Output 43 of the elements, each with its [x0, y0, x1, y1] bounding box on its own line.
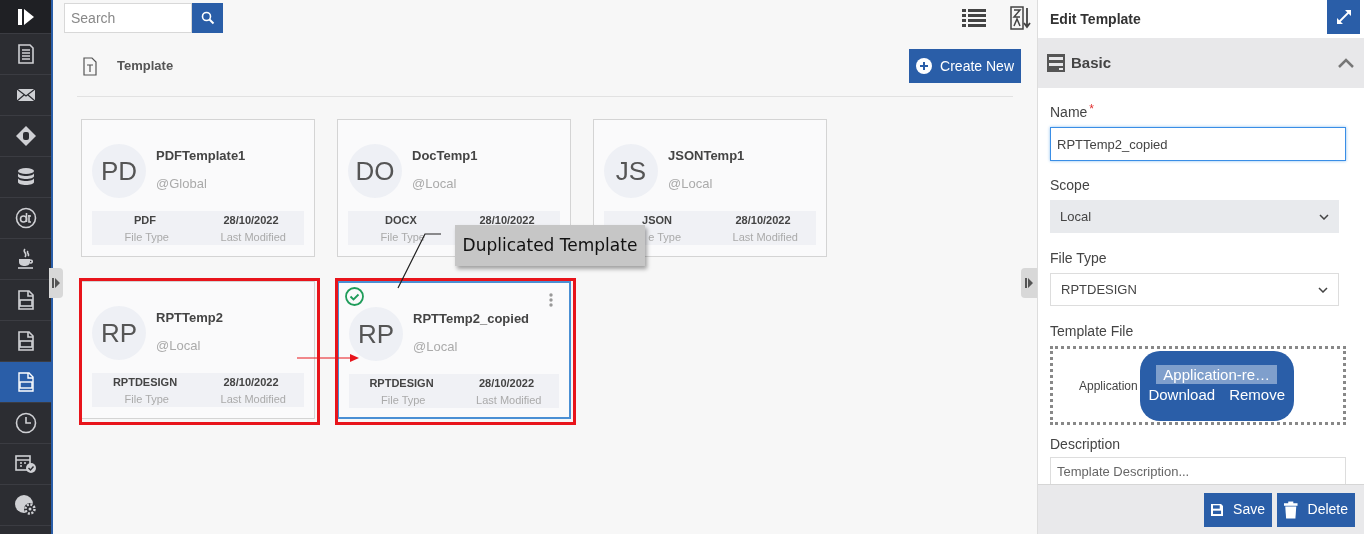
file-chip: Application-re…	[1156, 364, 1278, 384]
template-name: RPTTemp2	[156, 308, 223, 327]
file-type-value: PDF	[134, 213, 156, 229]
field-label: Name	[1050, 103, 1088, 122]
file-name: Application	[1079, 377, 1138, 395]
avatar: RP	[92, 306, 146, 360]
avatar: PD	[92, 144, 146, 198]
date-value: 28/10/2022	[223, 375, 279, 391]
template-scope: @Local	[156, 337, 202, 355]
date-value: 28/10/2022	[735, 213, 791, 229]
file-type-label: File Type	[124, 391, 169, 406]
template-scope: @Local	[413, 338, 459, 356]
template-name: RPTTemp2_copied	[413, 309, 530, 328]
date-value: 28/10/2022	[223, 213, 279, 229]
field-label: Description	[1050, 435, 1122, 454]
template-name: DocTemp1	[412, 146, 478, 165]
field-label: Template File	[1050, 322, 1135, 341]
required-mark: *	[1089, 101, 1095, 118]
file-type-label: e Type	[648, 229, 681, 244]
callout-tooltip: Duplicated Template	[455, 225, 645, 266]
page-title: Template	[117, 57, 174, 76]
template-name: PDFTemplate1	[156, 146, 246, 165]
file-type-value: RPTDESIGN	[112, 375, 178, 391]
template-scope: @Local	[668, 175, 714, 193]
avatar: JS	[604, 144, 658, 198]
template-scope: @Global	[156, 175, 208, 193]
date-value: 28/10/2022	[478, 376, 535, 392]
template-scope: @Local	[412, 175, 458, 193]
file-type-label: File Type	[381, 392, 426, 407]
template-name: JSONTemp1	[668, 146, 745, 165]
file-type-value: DOCX	[385, 213, 417, 229]
panel-title: Edit Template	[1050, 9, 1141, 29]
date-label: Last Modified	[732, 229, 798, 244]
field-label: File Type	[1050, 249, 1108, 268]
avatar: DO	[348, 144, 402, 198]
date-label: Last Modified	[476, 392, 542, 407]
date-label: Last Modified	[220, 391, 286, 406]
file-type-label: File Type	[124, 229, 169, 244]
avatar: RP	[349, 307, 403, 361]
file-type-value: JSON	[642, 213, 672, 229]
field-label: Scope	[1050, 176, 1091, 195]
date-label: Last Modified	[220, 229, 286, 244]
file-type-value: RPTDESIGN	[369, 376, 434, 392]
